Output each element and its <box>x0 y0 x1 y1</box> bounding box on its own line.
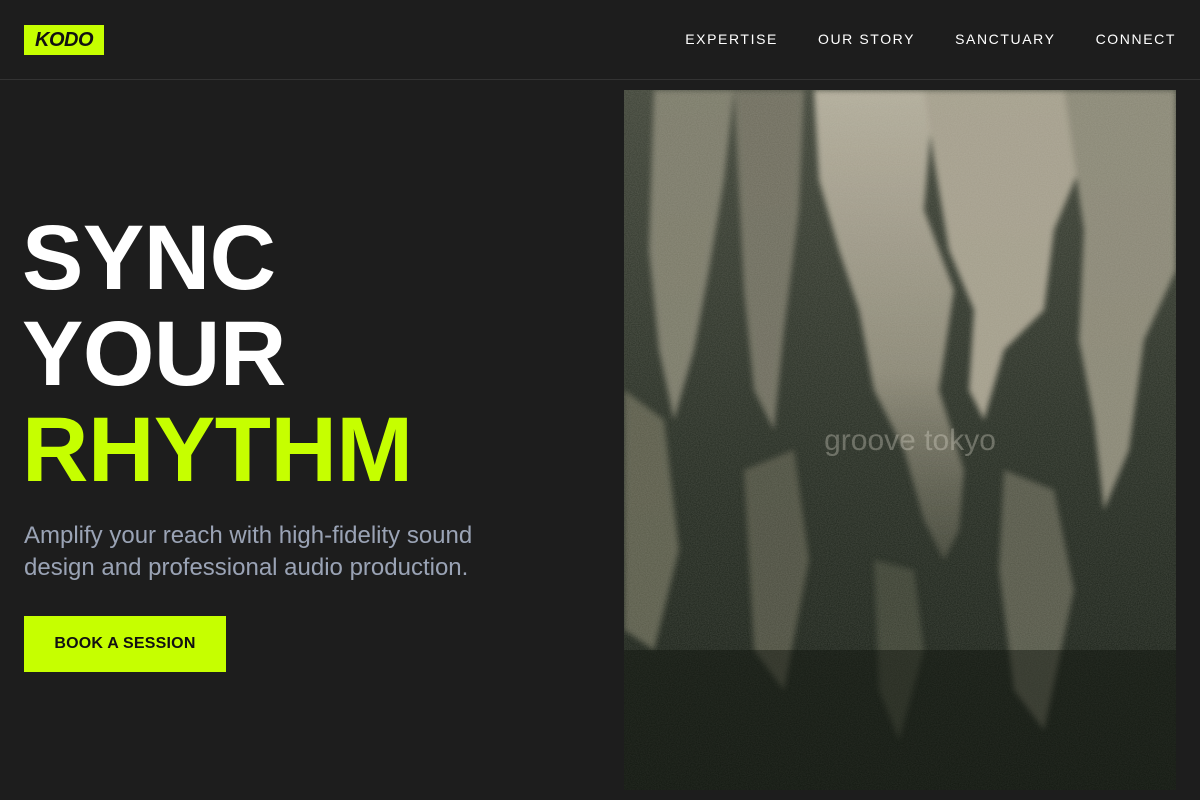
nav-link-connect[interactable]: CONNECT <box>1096 30 1176 48</box>
image-watermark: groove tokyo <box>824 424 996 457</box>
nav-link-our-story[interactable]: OUR STORY <box>818 30 915 48</box>
hero-title-line-1: SYNC <box>22 207 276 309</box>
logo[interactable]: KODO <box>24 25 104 55</box>
book-session-button[interactable]: BOOK A SESSION <box>24 616 226 672</box>
nav-link-expertise[interactable]: EXPERTISE <box>685 30 778 48</box>
site-header: KODO EXPERTISE OUR STORY SANCTUARY CONNE… <box>0 0 1200 80</box>
hero-subtitle: Amplify your reach with high-fidelity so… <box>24 522 473 581</box>
nav-link-sanctuary[interactable]: SANCTUARY <box>955 30 1056 48</box>
main-nav: EXPERTISE OUR STORY SANCTUARY CONNECT <box>685 30 1176 48</box>
hero-title-line-3: RHYTHM <box>22 399 413 501</box>
hero-title: SYNC YOUR RHYTHM <box>22 210 413 498</box>
hero-title-line-2: YOUR <box>22 303 286 405</box>
hero-image: groove tokyo <box>624 90 1176 790</box>
